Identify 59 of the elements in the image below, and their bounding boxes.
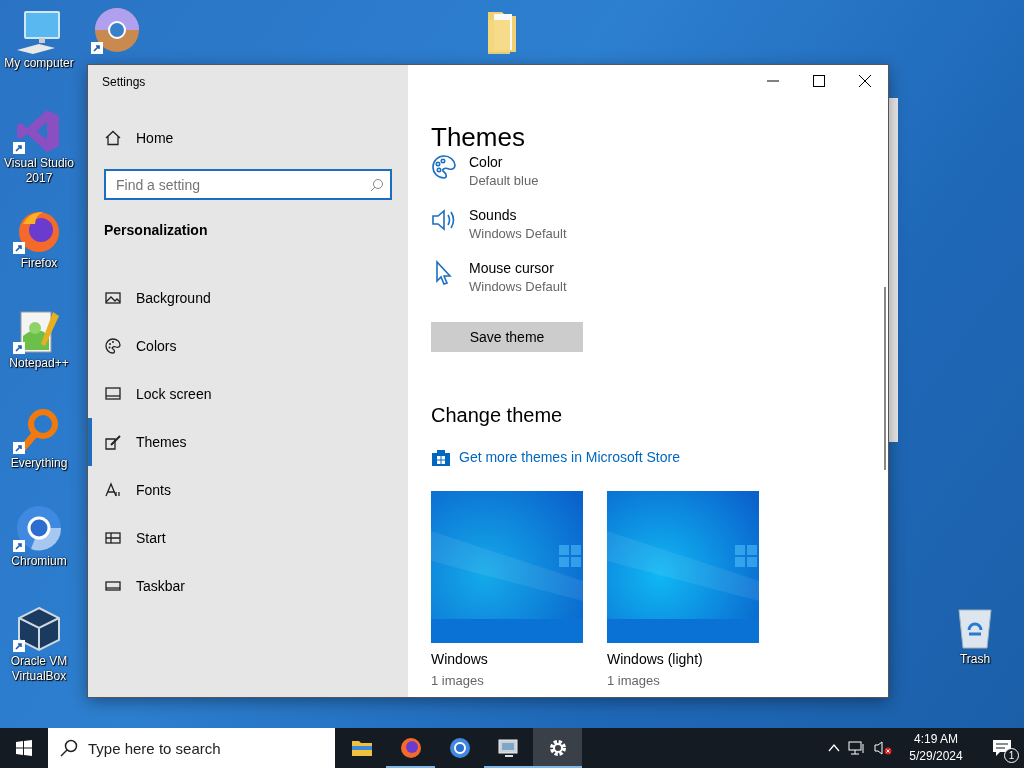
font-icon	[105, 482, 121, 498]
search-icon	[60, 739, 78, 757]
setting-value: Default blue	[469, 173, 539, 188]
palette-icon	[105, 338, 121, 354]
setting-value: Windows Default	[469, 226, 567, 241]
taskbar-app[interactable]	[533, 728, 582, 768]
search-field[interactable]: Find a setting	[104, 169, 392, 200]
store-link[interactable]: Get more themes in Microsoft Store	[459, 449, 680, 465]
setting-label[interactable]: Color	[469, 154, 539, 170]
windows-logo-icon[interactable]	[16, 740, 32, 756]
search-icon	[370, 178, 384, 192]
taskbar-search-field[interactable]: Type here to search	[48, 728, 335, 768]
screen-icon	[105, 386, 121, 402]
icon-label: Everything	[10, 456, 68, 471]
palette-icon	[431, 154, 457, 180]
store-bag-icon	[431, 447, 451, 467]
home-link[interactable]: Home	[88, 118, 408, 158]
nav-item[interactable]: Background	[88, 274, 408, 322]
nav-item[interactable]: Start	[88, 514, 408, 562]
section-title: Personalization	[103, 222, 209, 238]
nav-item[interactable]: Fonts	[88, 466, 408, 514]
setting-label[interactable]: Mouse cursor	[469, 260, 567, 276]
image-count: 1 images	[607, 673, 661, 688]
icon-label: Visual Studio 2017	[3, 156, 75, 186]
window-title: Settings	[101, 74, 147, 91]
notification-badge: 1	[1004, 748, 1019, 763]
clock[interactable]: 4:19 AM 5/29/2024	[900, 731, 972, 765]
firefox-icon	[398, 736, 423, 760]
page-heading: Themes	[431, 121, 526, 154]
taskbar-icon	[105, 578, 121, 594]
chevron-up-icon[interactable]	[828, 742, 840, 754]
icon-label: Oracle VM VirtualBox	[9, 654, 69, 684]
monitor-icon	[496, 736, 521, 760]
setting-value: Windows Default	[469, 279, 567, 294]
icon-label: Firefox	[20, 256, 58, 271]
nav-item[interactable]: Lock screen	[88, 370, 408, 418]
maximize-icon[interactable]	[812, 74, 826, 88]
network-icon[interactable]	[848, 740, 866, 756]
nav-item[interactable]: Taskbar	[88, 562, 408, 610]
speaker-icon	[431, 207, 457, 233]
icon-label: Chromium	[11, 554, 67, 569]
nav-item[interactable]: Colors	[88, 322, 408, 370]
grid-icon	[105, 530, 121, 546]
icon-label: Notepad++	[9, 356, 69, 371]
close-icon[interactable]	[858, 74, 872, 88]
image-count: 1 images	[431, 673, 485, 688]
picture-icon	[105, 290, 121, 306]
home-icon	[105, 130, 121, 146]
brush-icon	[105, 434, 121, 450]
icon-label: My computer	[4, 56, 74, 71]
save-theme-button[interactable]: Save theme	[431, 322, 583, 352]
scrollbar[interactable]	[884, 287, 886, 470]
speaker-muted-icon[interactable]	[874, 740, 892, 756]
theme-name: Windows (light)	[607, 651, 704, 667]
theme-name: Windows	[431, 651, 489, 667]
icon-label: Trash	[959, 652, 991, 667]
chromium-icon	[447, 736, 472, 760]
setting-label[interactable]: Sounds	[469, 207, 567, 223]
section-heading: Change theme	[431, 404, 564, 427]
